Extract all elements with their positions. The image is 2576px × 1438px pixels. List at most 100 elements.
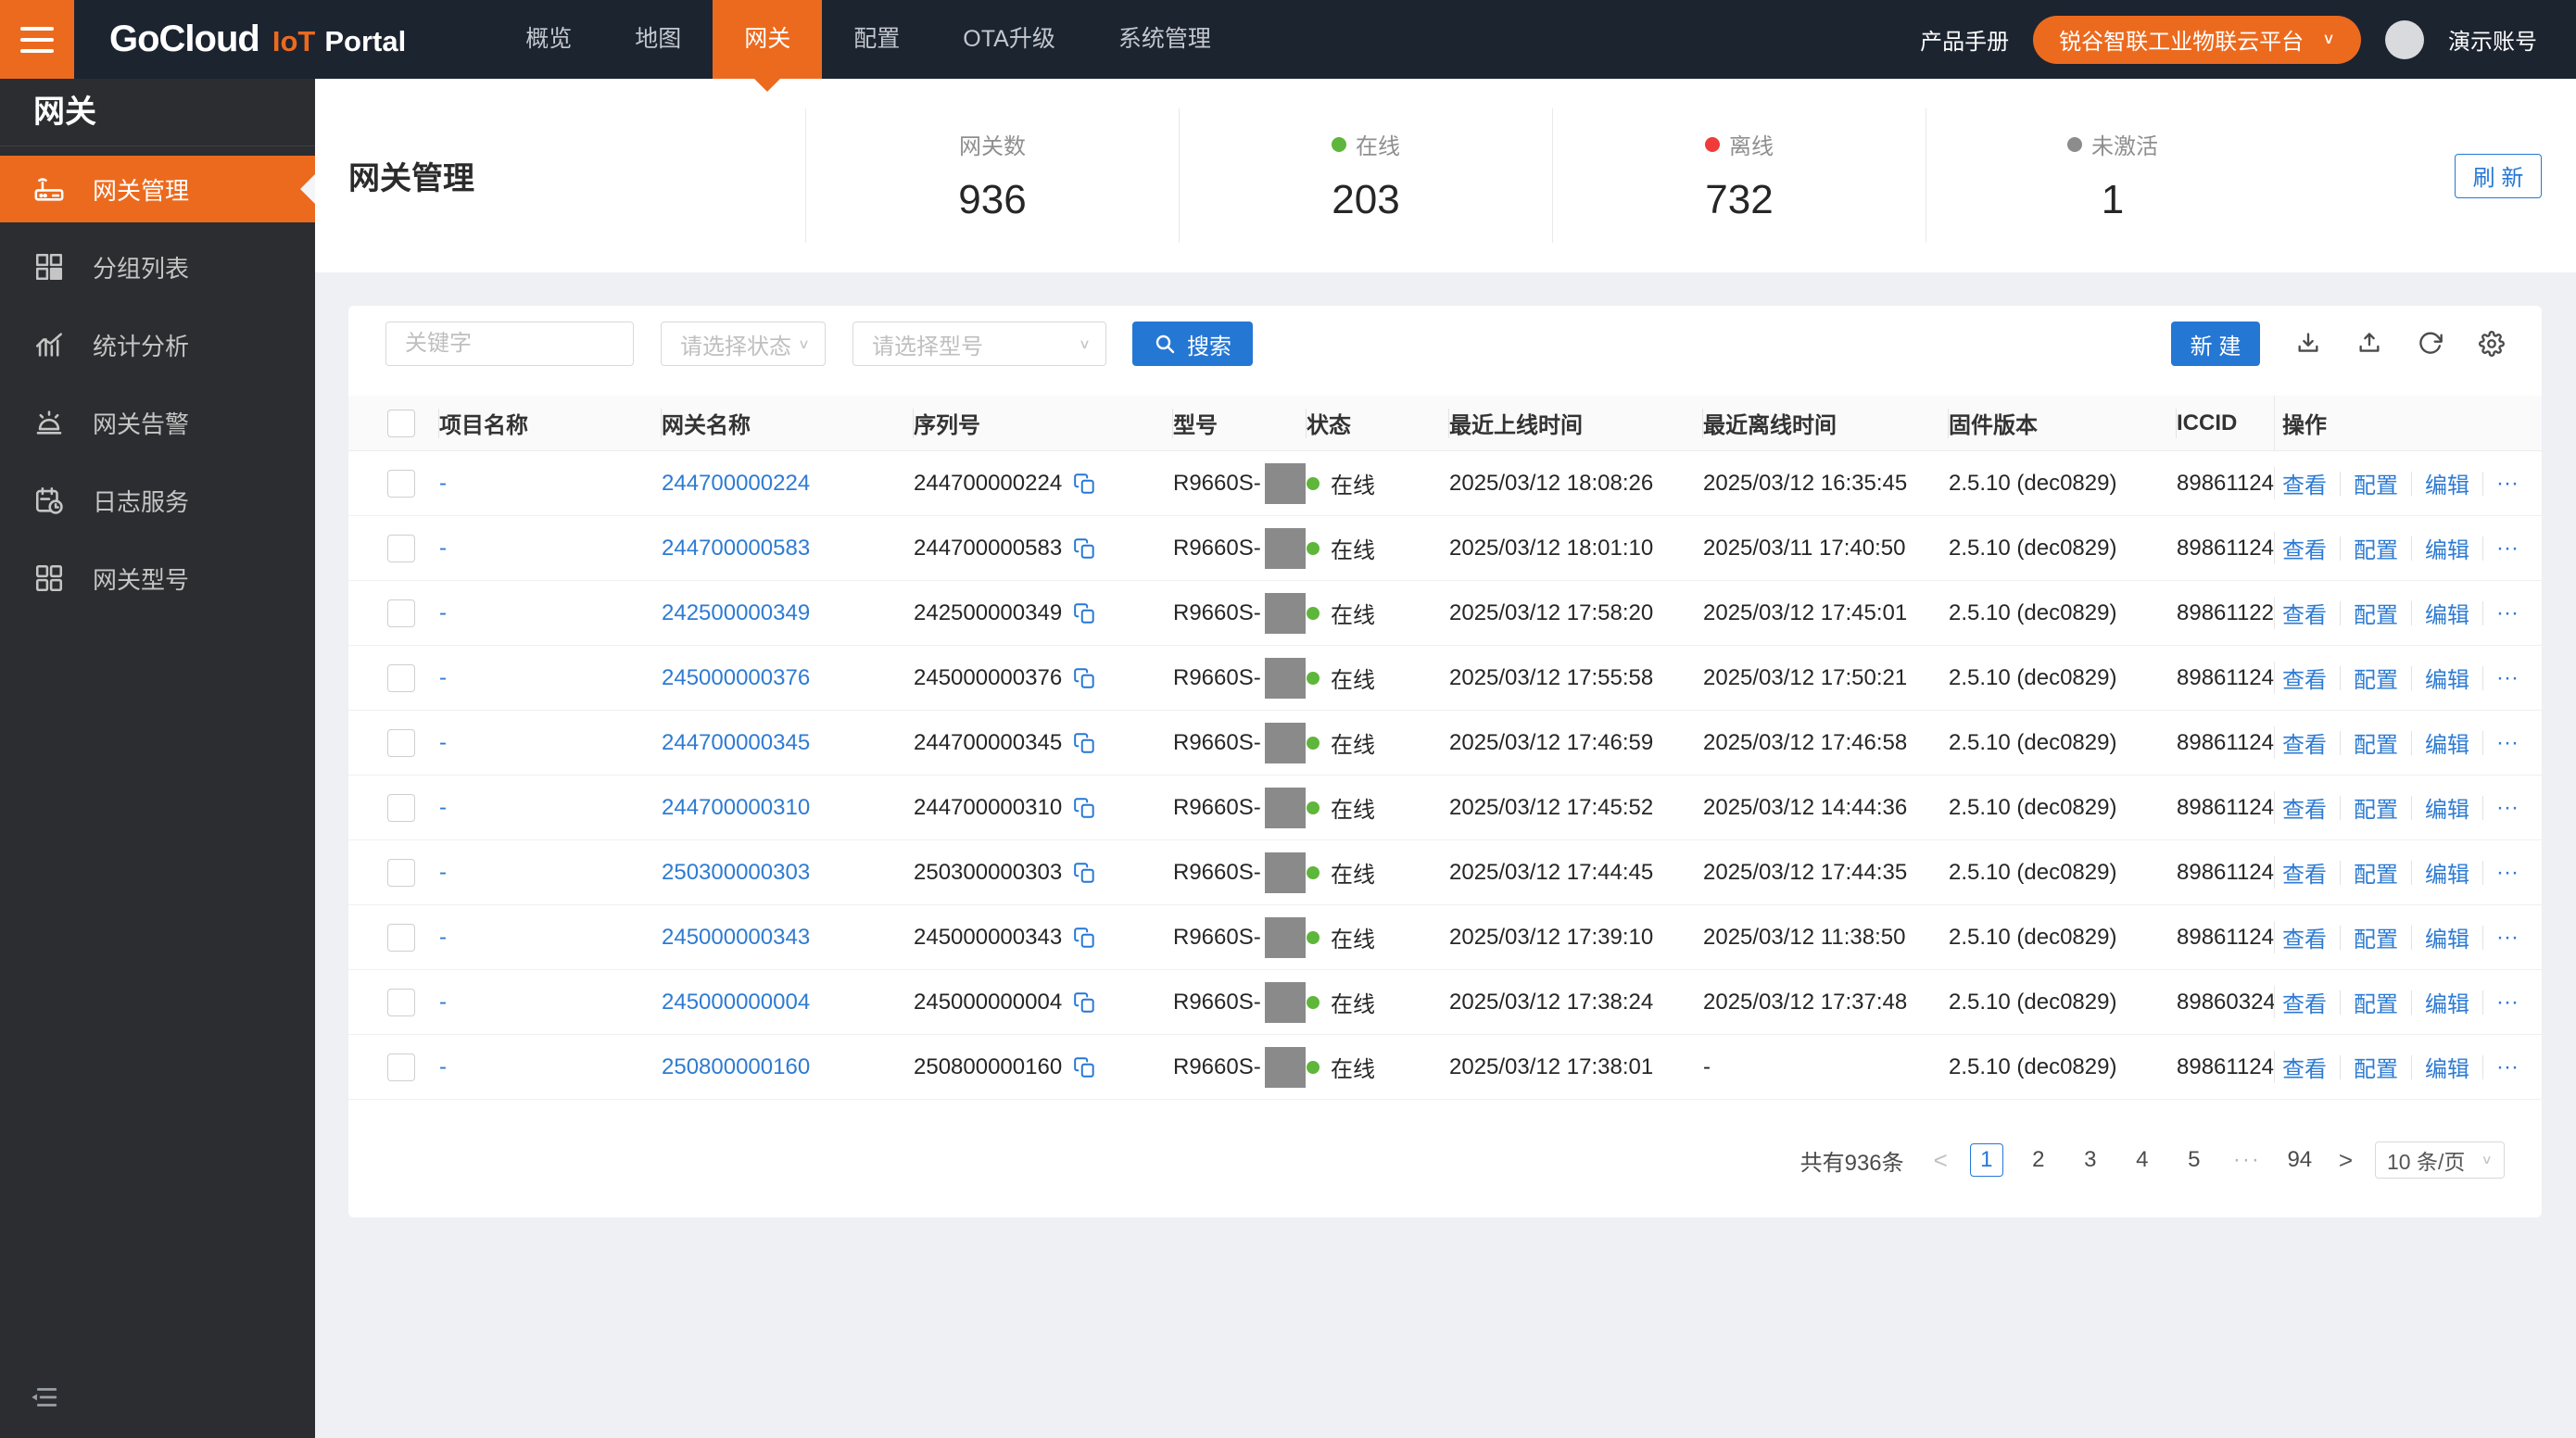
refresh-icon[interactable] — [2418, 331, 2443, 357]
action-more[interactable]: ··· — [2496, 536, 2519, 561]
action-view[interactable]: 查看 — [2282, 467, 2327, 499]
action-config[interactable]: 配置 — [2354, 532, 2398, 564]
action-edit[interactable]: 编辑 — [2425, 1051, 2469, 1083]
row-checkbox[interactable] — [387, 663, 415, 692]
select-all-checkbox[interactable] — [387, 409, 415, 437]
page-2-button[interactable]: 2 — [2022, 1143, 2055, 1177]
copy-icon[interactable] — [1073, 536, 1097, 561]
product-manual-link[interactable]: 产品手册 — [1920, 23, 2009, 56]
top-nav-item[interactable]: OTA升级 — [931, 0, 1087, 79]
gateway-name-link[interactable]: 242500000349 — [662, 600, 810, 626]
create-button[interactable]: 新 建 — [2171, 322, 2260, 366]
model-select[interactable]: 请选择型号 ∨ — [852, 322, 1106, 366]
sidebar-item[interactable]: 分组列表 — [0, 233, 315, 300]
action-edit[interactable]: 编辑 — [2425, 532, 2469, 564]
refresh-button[interactable]: 刷 新 — [2455, 153, 2542, 198]
gateway-name-link[interactable]: 244700000583 — [662, 536, 810, 561]
row-checkbox[interactable] — [387, 599, 415, 627]
copy-icon[interactable] — [1073, 666, 1097, 690]
action-more[interactable]: ··· — [2496, 1054, 2519, 1080]
hamburger-menu-icon[interactable] — [0, 0, 74, 79]
action-config[interactable]: 配置 — [2354, 856, 2398, 889]
action-more[interactable]: ··· — [2496, 730, 2519, 756]
action-config[interactable]: 配置 — [2354, 791, 2398, 824]
action-config[interactable]: 配置 — [2354, 986, 2398, 1018]
project-link[interactable]: - — [439, 795, 447, 821]
row-checkbox[interactable] — [387, 534, 415, 562]
project-link[interactable]: - — [439, 665, 447, 691]
top-nav-item[interactable]: 网关 — [713, 0, 823, 92]
action-edit[interactable]: 编辑 — [2425, 791, 2469, 824]
page-4-button[interactable]: 4 — [2126, 1143, 2159, 1177]
page-size-select[interactable]: 10 条/页 ∨ — [2375, 1142, 2505, 1179]
keyword-input[interactable] — [385, 322, 634, 366]
project-link[interactable]: - — [439, 860, 447, 886]
action-more[interactable]: ··· — [2496, 471, 2519, 497]
action-view[interactable]: 查看 — [2282, 726, 2327, 759]
row-checkbox[interactable] — [387, 858, 415, 887]
top-nav-item[interactable]: 系统管理 — [1087, 0, 1243, 79]
pagination-ellipsis[interactable]: ··· — [2229, 1143, 2265, 1177]
action-view[interactable]: 查看 — [2282, 597, 2327, 629]
copy-icon[interactable] — [1073, 601, 1097, 625]
top-nav-item[interactable]: 地图 — [603, 0, 713, 79]
page-1-button[interactable]: 1 — [1969, 1143, 2003, 1177]
copy-icon[interactable] — [1073, 472, 1097, 496]
action-config[interactable]: 配置 — [2354, 1051, 2398, 1083]
gear-icon[interactable] — [2479, 331, 2505, 357]
page-3-button[interactable]: 3 — [2074, 1143, 2107, 1177]
collapse-sidebar-icon[interactable] — [28, 1381, 59, 1418]
project-link[interactable]: - — [439, 990, 447, 1015]
page-94-button[interactable]: 94 — [2283, 1143, 2317, 1177]
action-edit[interactable]: 编辑 — [2425, 467, 2469, 499]
sidebar-item[interactable]: 网关管理 — [0, 156, 315, 222]
status-select[interactable]: 请选择状态 ∨ — [661, 322, 826, 366]
action-config[interactable]: 配置 — [2354, 726, 2398, 759]
gateway-name-link[interactable]: 250300000303 — [662, 860, 810, 886]
copy-icon[interactable] — [1073, 861, 1097, 885]
copy-icon[interactable] — [1073, 731, 1097, 755]
action-view[interactable]: 查看 — [2282, 986, 2327, 1018]
action-config[interactable]: 配置 — [2354, 467, 2398, 499]
action-view[interactable]: 查看 — [2282, 791, 2327, 824]
action-config[interactable]: 配置 — [2354, 662, 2398, 694]
row-checkbox[interactable] — [387, 988, 415, 1016]
prev-page-button[interactable]: < — [1930, 1146, 1951, 1175]
top-nav-item[interactable]: 配置 — [822, 0, 931, 79]
search-button[interactable]: 搜索 — [1132, 322, 1253, 366]
action-more[interactable]: ··· — [2496, 925, 2519, 951]
action-edit[interactable]: 编辑 — [2425, 921, 2469, 953]
action-more[interactable]: ··· — [2496, 600, 2519, 626]
sidebar-item[interactable]: 网关告警 — [0, 389, 315, 456]
action-view[interactable]: 查看 — [2282, 1051, 2327, 1083]
gateway-name-link[interactable]: 244700000345 — [662, 730, 810, 756]
copy-icon[interactable] — [1073, 796, 1097, 820]
row-checkbox[interactable] — [387, 923, 415, 952]
action-edit[interactable]: 编辑 — [2425, 597, 2469, 629]
sidebar-item[interactable]: 网关型号 — [0, 545, 315, 612]
project-link[interactable]: - — [439, 925, 447, 951]
action-edit[interactable]: 编辑 — [2425, 662, 2469, 694]
action-config[interactable]: 配置 — [2354, 597, 2398, 629]
project-link[interactable]: - — [439, 1054, 447, 1080]
action-view[interactable]: 查看 — [2282, 532, 2327, 564]
action-more[interactable]: ··· — [2496, 990, 2519, 1015]
action-edit[interactable]: 编辑 — [2425, 856, 2469, 889]
gateway-name-link[interactable]: 245000000004 — [662, 990, 810, 1015]
platform-dropdown-button[interactable]: 锐谷智联工业物联云平台 ∨ — [2033, 15, 2361, 64]
action-view[interactable]: 查看 — [2282, 662, 2327, 694]
action-view[interactable]: 查看 — [2282, 856, 2327, 889]
row-checkbox[interactable] — [387, 469, 415, 498]
action-view[interactable]: 查看 — [2282, 921, 2327, 953]
gateway-name-link[interactable]: 244700000224 — [662, 471, 810, 497]
download-icon[interactable] — [2295, 331, 2321, 357]
action-more[interactable]: ··· — [2496, 795, 2519, 821]
account-name[interactable]: 演示账号 — [2448, 23, 2537, 56]
action-edit[interactable]: 编辑 — [2425, 726, 2469, 759]
sidebar-item[interactable]: 统计分析 — [0, 311, 315, 378]
project-link[interactable]: - — [439, 600, 447, 626]
action-more[interactable]: ··· — [2496, 665, 2519, 691]
sidebar-item[interactable]: 日志服务 — [0, 467, 315, 534]
action-config[interactable]: 配置 — [2354, 921, 2398, 953]
project-link[interactable]: - — [439, 730, 447, 756]
